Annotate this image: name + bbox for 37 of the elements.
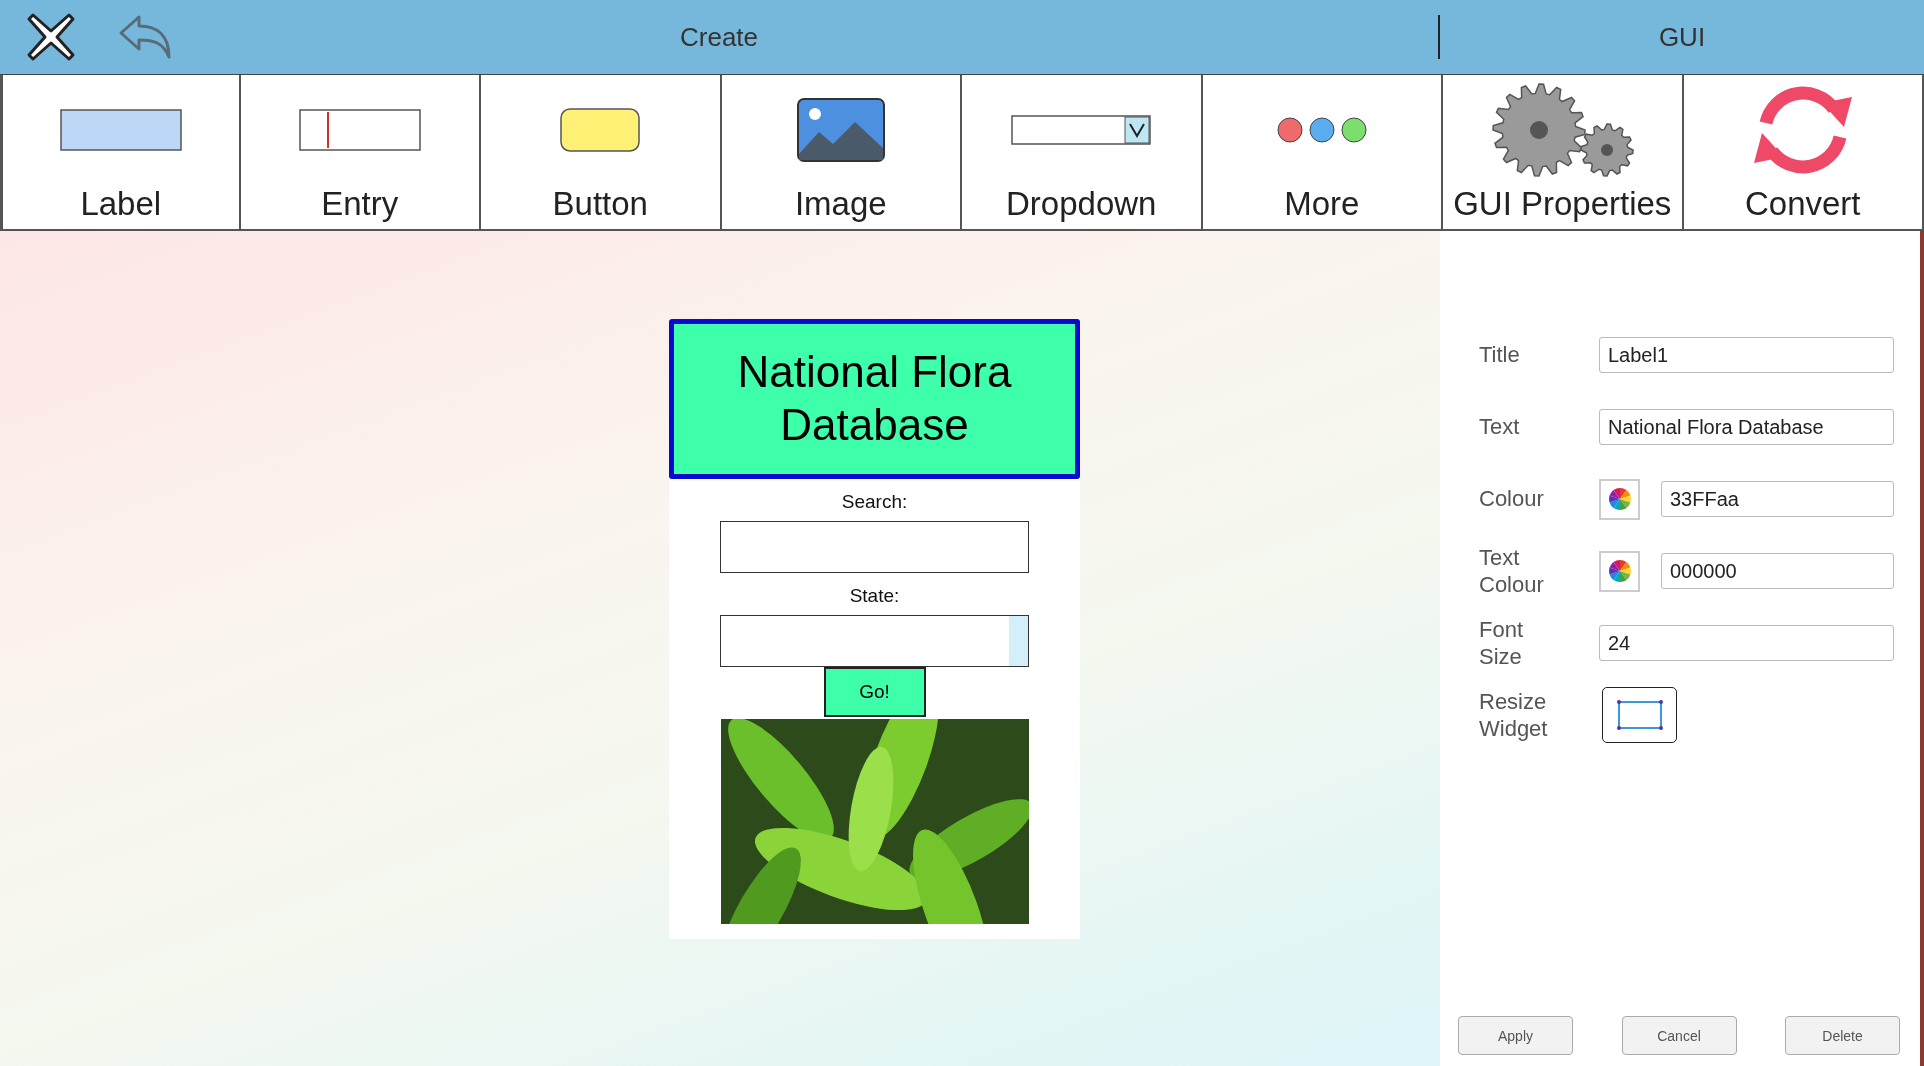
back-icon[interactable] <box>117 13 173 61</box>
property-field[interactable]: Label1 <box>1599 337 1894 373</box>
action-button[interactable]: Delete <box>1785 1016 1900 1055</box>
property-label: Resize Widget <box>1479 687 1549 743</box>
close-icon[interactable] <box>25 11 77 63</box>
search-label: Search: <box>841 491 908 513</box>
color-picker-button[interactable] <box>1599 478 1640 520</box>
color-picker-button[interactable] <box>1599 550 1640 592</box>
dropdown-widget-icon <box>1011 115 1152 145</box>
image-icon <box>796 98 885 162</box>
color-wheel-icon <box>1607 559 1632 583</box>
label-widget-icon <box>59 109 182 151</box>
more-icon <box>1275 116 1368 144</box>
button-widget-icon <box>560 108 641 152</box>
color-field[interactable]: 33FFaa <box>1661 481 1894 517</box>
toolbar-button[interactable]: Label <box>0 75 241 229</box>
state-label: State: <box>849 585 900 607</box>
property-label: Font Size <box>1479 615 1525 671</box>
search-field[interactable] <box>720 521 1029 573</box>
action-button[interactable]: Apply <box>1458 1016 1573 1055</box>
property-label: Colour <box>1479 485 1545 513</box>
entry-widget-icon <box>298 109 421 151</box>
state-dropdown[interactable] <box>720 615 1029 667</box>
create-title: Create <box>680 21 759 53</box>
action-button[interactable]: Cancel <box>1621 1016 1737 1055</box>
heading-label[interactable]: National Flora Database <box>669 319 1080 479</box>
color-field[interactable]: 000000 <box>1661 553 1894 589</box>
property-label: Text <box>1479 413 1521 441</box>
property-field[interactable]: 24 <box>1599 625 1894 661</box>
property-label: Title <box>1479 341 1521 369</box>
property-label: Text Colour <box>1479 543 1545 599</box>
gui-title: GUI <box>1658 21 1706 53</box>
color-wheel-icon <box>1607 487 1632 511</box>
resize-button[interactable] <box>1602 687 1677 743</box>
resize-icon <box>1614 698 1665 732</box>
property-field[interactable]: National Flora Database <box>1599 409 1894 445</box>
go-button[interactable]: Go! <box>823 667 926 717</box>
